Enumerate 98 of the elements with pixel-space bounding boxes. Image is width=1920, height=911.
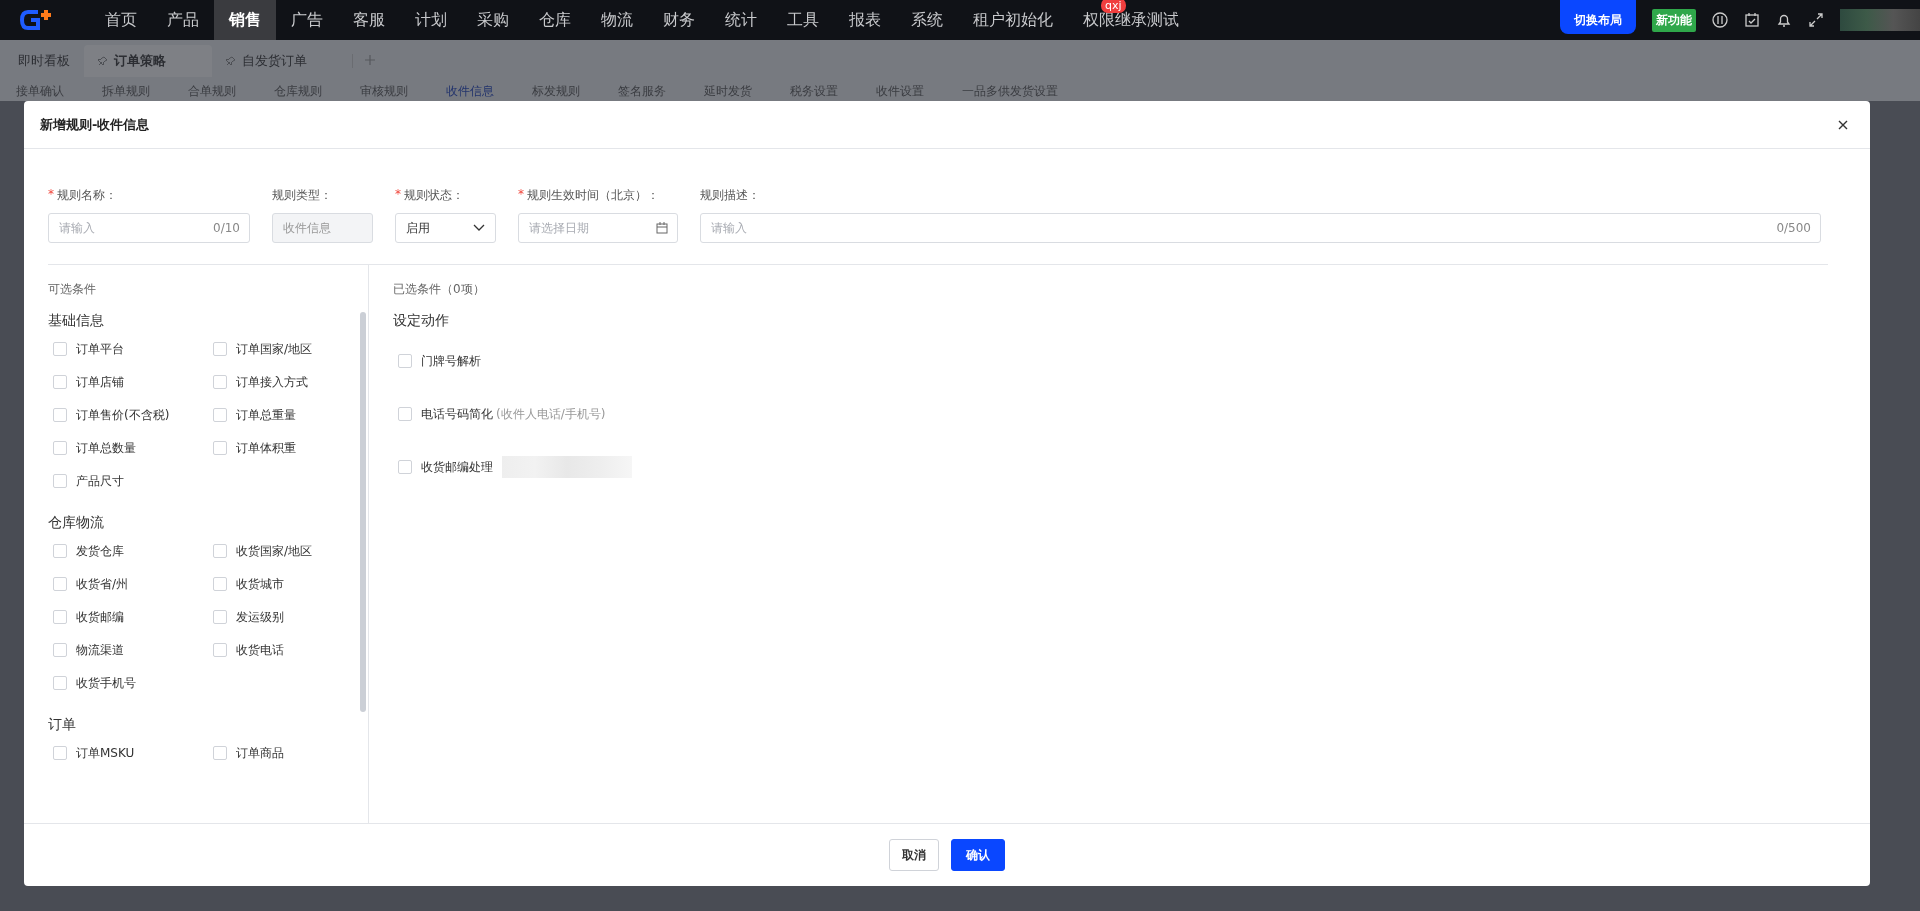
avatar-placeholder[interactable] bbox=[1840, 9, 1920, 31]
checkbox[interactable] bbox=[213, 441, 227, 455]
checkbox[interactable] bbox=[53, 577, 67, 591]
checkbox-label[interactable]: 订单售价(不含税) bbox=[76, 406, 170, 424]
character-counter: 0/500 bbox=[1776, 221, 1811, 235]
checkbox-label[interactable]: 订单总重量 bbox=[236, 406, 296, 424]
nav-menu-item[interactable]: 客服 bbox=[338, 0, 400, 40]
checkbox-label[interactable]: 收货邮编 bbox=[76, 608, 124, 626]
nav-menu-item[interactable]: 权限继承测试 qxj bbox=[1068, 0, 1194, 40]
checkbox[interactable] bbox=[53, 544, 67, 558]
checkbox-label[interactable]: 收货手机号 bbox=[76, 674, 136, 692]
checkbox-label[interactable]: 订单商品 bbox=[236, 744, 284, 762]
checkbox-label[interactable]: 订单体积重 bbox=[236, 439, 296, 457]
nav-menu-item[interactable]: 系统 bbox=[896, 0, 958, 40]
checkbox[interactable] bbox=[213, 643, 227, 657]
checkbox[interactable] bbox=[213, 746, 227, 760]
checkbox[interactable] bbox=[213, 610, 227, 624]
field-label: 规则状态： bbox=[404, 187, 464, 203]
checkbox-label[interactable]: 收货国家/地区 bbox=[236, 542, 313, 560]
nav-menu-item[interactable]: 产品 bbox=[152, 0, 214, 40]
nav-menu-item[interactable]: 采购 bbox=[462, 0, 524, 40]
checkbox[interactable] bbox=[53, 610, 67, 624]
notification-bell-icon[interactable] bbox=[1776, 12, 1792, 28]
checkbox[interactable] bbox=[53, 676, 67, 690]
section-title: 设定动作 bbox=[393, 312, 450, 330]
checkbox[interactable] bbox=[53, 408, 67, 422]
switch-layout-button[interactable]: 切换布局 bbox=[1560, 0, 1636, 34]
panel-title: 已选条件（0项） bbox=[393, 281, 486, 298]
checkbox-label[interactable]: 订单总数量 bbox=[76, 439, 136, 457]
checkbox[interactable] bbox=[213, 544, 227, 558]
checkbox[interactable] bbox=[213, 375, 227, 389]
nav-menu-item[interactable]: 计划 bbox=[400, 0, 462, 40]
group-title: 基础信息 bbox=[48, 312, 105, 330]
new-feature-badge: 新功能 bbox=[1652, 8, 1696, 32]
date-picker[interactable]: 请选择日期 bbox=[518, 213, 678, 243]
required-mark: * bbox=[518, 187, 524, 203]
field-label: 规则名称： bbox=[57, 187, 117, 203]
checkbox[interactable] bbox=[53, 474, 67, 488]
checkbox-label[interactable]: 电话号码简化 bbox=[421, 405, 493, 423]
close-icon[interactable] bbox=[1838, 119, 1848, 130]
field-label: 规则类型： bbox=[272, 187, 332, 203]
checkbox[interactable] bbox=[213, 577, 227, 591]
checkbox[interactable] bbox=[398, 407, 412, 421]
required-mark: * bbox=[48, 187, 54, 203]
checkbox-label[interactable]: 收货电话 bbox=[236, 641, 284, 659]
status-dropdown[interactable]: 启用 bbox=[395, 213, 496, 243]
nav-menu-item[interactable]: 工具 bbox=[772, 0, 834, 40]
checkbox[interactable] bbox=[213, 342, 227, 356]
calendar-icon bbox=[656, 222, 668, 234]
character-counter: 0/10 bbox=[213, 221, 240, 235]
checkbox-label[interactable]: 订单国家/地区 bbox=[236, 340, 313, 358]
checkbox[interactable] bbox=[53, 746, 67, 760]
panel-title: 可选条件 bbox=[48, 281, 97, 298]
checkbox-label[interactable]: 门牌号解析 bbox=[421, 352, 481, 370]
checkbox[interactable] bbox=[398, 354, 412, 368]
nav-menu-item[interactable]: 仓库 bbox=[524, 0, 586, 40]
group-title: 订单 bbox=[48, 716, 77, 734]
checkbox[interactable] bbox=[53, 441, 67, 455]
required-mark: * bbox=[395, 187, 401, 203]
confirm-button[interactable]: 确认 bbox=[951, 839, 1005, 871]
fullscreen-icon[interactable] bbox=[1808, 12, 1824, 28]
cancel-button[interactable]: 取消 bbox=[889, 839, 939, 871]
checkbox-label[interactable]: 物流渠道 bbox=[76, 641, 124, 659]
readonly-field: 收件信息 bbox=[272, 213, 373, 243]
checkbox-label[interactable]: 订单MSKU bbox=[76, 744, 135, 762]
checkbox[interactable] bbox=[398, 460, 412, 474]
checkbox[interactable] bbox=[53, 342, 67, 356]
checkbox[interactable] bbox=[213, 408, 227, 422]
group-title: 仓库物流 bbox=[48, 514, 105, 532]
checkbox-label[interactable]: 订单店铺 bbox=[76, 373, 124, 391]
nav-menu-item[interactable]: 租户初始化 bbox=[958, 0, 1068, 40]
chevron-down-icon bbox=[473, 224, 485, 232]
add-tab-icon[interactable] bbox=[365, 55, 375, 65]
checkbox[interactable] bbox=[53, 375, 67, 389]
checkbox-label[interactable]: 发运级别 bbox=[236, 608, 284, 626]
nav-menu-item[interactable]: 物流 bbox=[586, 0, 648, 40]
nav-menu-item[interactable]: 首页 bbox=[90, 0, 152, 40]
field-label: 规则描述： bbox=[700, 187, 760, 203]
checkbox-label[interactable]: 订单接入方式 bbox=[236, 373, 308, 391]
dialog-title: 新增规则-收件信息 bbox=[40, 115, 150, 134]
checkbox-label[interactable]: 订单平台 bbox=[76, 340, 124, 358]
checkbox-label[interactable]: 发货仓库 bbox=[76, 542, 124, 560]
checkbox[interactable] bbox=[53, 643, 67, 657]
nav-menu-item[interactable]: 财务 bbox=[648, 0, 710, 40]
select-value: 启用 bbox=[406, 219, 430, 237]
hint-text: (收件人电话/手机号) bbox=[496, 405, 606, 423]
checkbox-label[interactable]: 产品尺寸 bbox=[76, 472, 124, 490]
checkbox-label[interactable]: 收货省/州 bbox=[76, 575, 129, 593]
nav-menu-item[interactable]: 销售 bbox=[214, 0, 276, 40]
nav-menu-item[interactable]: 报表 bbox=[834, 0, 896, 40]
scrollbar[interactable] bbox=[360, 312, 366, 712]
checkbox-label[interactable]: 收货城市 bbox=[236, 575, 284, 593]
badge: qxj bbox=[1101, 0, 1126, 13]
nav-menu-item[interactable]: 统计 bbox=[710, 0, 772, 40]
calendar-check-icon[interactable] bbox=[1744, 12, 1760, 28]
nav-menu-item[interactable]: 广告 bbox=[276, 0, 338, 40]
checkbox-label[interactable]: 收货邮编处理 bbox=[421, 458, 493, 476]
field-label: 规则生效时间（北京）： bbox=[527, 187, 659, 203]
